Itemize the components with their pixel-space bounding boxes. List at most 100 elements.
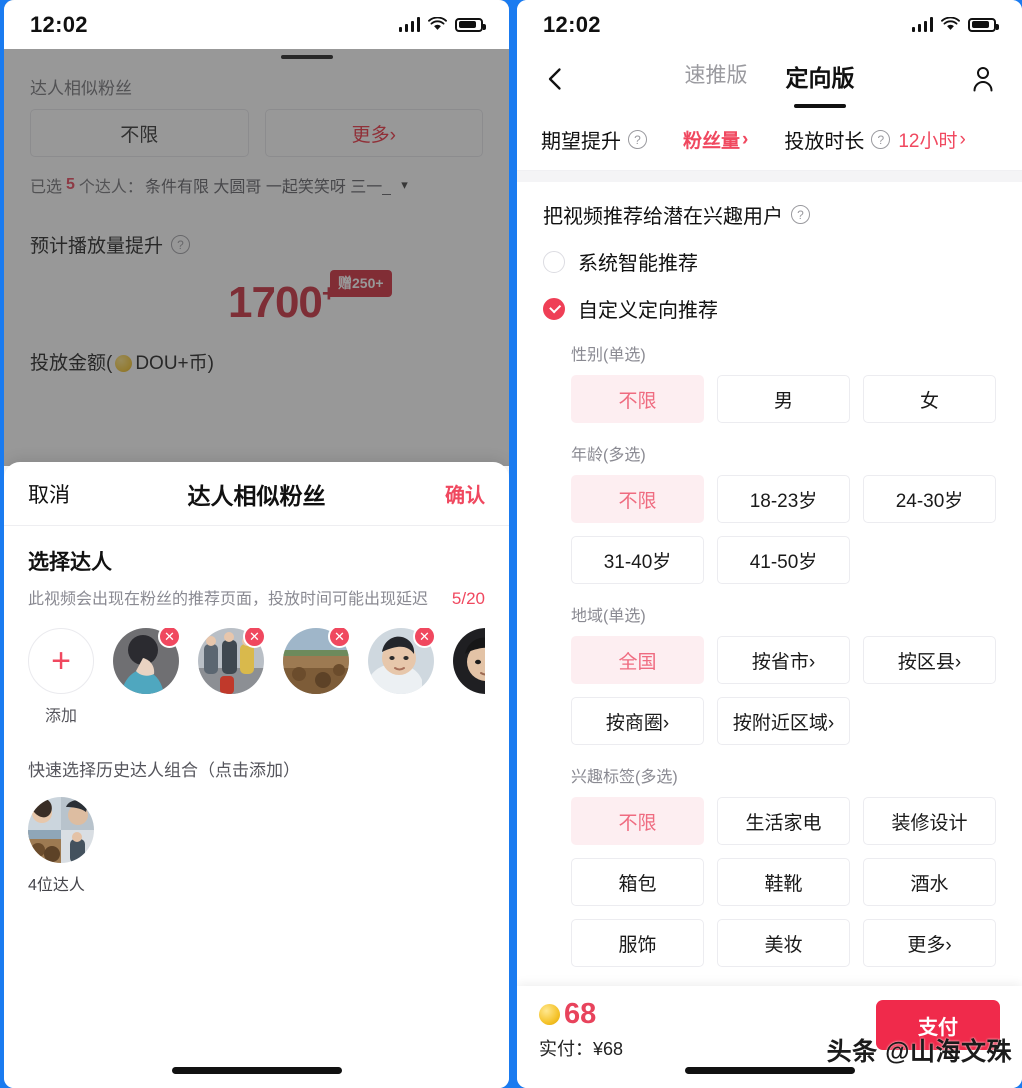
option-chip[interactable]: 女 xyxy=(863,375,996,423)
targeting-section-title-row: 把视频推荐给潜在兴趣用户 ? xyxy=(543,200,996,229)
targeting-body: 把视频推荐给潜在兴趣用户 ? 系统智能推荐 自定义定向推荐 性别(单选) 不限 … xyxy=(517,200,1022,1027)
close-icon[interactable]: ✕ xyxy=(158,628,181,648)
battery-icon xyxy=(455,17,486,32)
home-indicator-left xyxy=(171,1067,342,1074)
close-icon[interactable]: ✕ xyxy=(413,628,436,648)
avatar[interactable]: ✕ xyxy=(453,628,485,694)
payment-amount: 68 xyxy=(564,998,597,1030)
nav-bar-right: 速推版 定向版 xyxy=(517,49,1022,109)
sheet-header: 取消 达人相似粉丝 确认 xyxy=(4,462,509,526)
nav-tabs-right: 速推版 定向版 xyxy=(569,59,970,99)
history-group-item[interactable]: 4位达人 xyxy=(28,797,94,895)
screenshot-stage: 12:02 速推版 定向版 xyxy=(0,0,1022,1088)
duration-item[interactable]: 投放时长 ? xyxy=(784,125,891,154)
group-label-region: 地域(单选) xyxy=(571,608,646,625)
cellular-signal-icon xyxy=(911,17,933,32)
right-phone-screen: 12:02 速推版 定向版 期望提升 ? 粉丝量 › 投放时长 ? 12小时 ›… xyxy=(517,0,1022,1088)
left-phone-screen: 12:02 速推版 定向版 xyxy=(4,0,509,1088)
option-chip[interactable]: 41-50岁 xyxy=(717,536,850,584)
history-group-title: 快速选择历史达人组合（点击添加） xyxy=(28,761,300,780)
option-chip[interactable]: 生活家电 xyxy=(717,797,850,845)
coin-icon xyxy=(539,1004,560,1025)
status-indicators xyxy=(911,17,999,32)
add-daren-wrap[interactable]: + 添加 xyxy=(28,628,94,726)
option-chip[interactable]: 全国 xyxy=(571,636,704,684)
daren-selection-sheet: 取消 达人相似粉丝 确认 选择达人 此视频会出现在粉丝的推荐页面，投放时间可能出… xyxy=(4,462,509,1088)
question-circle-icon[interactable]: ? xyxy=(791,205,810,224)
avatar-row: + 添加 ✕ ✕ ✕ ✕ xyxy=(28,628,485,726)
history-group-label: 4位达人 xyxy=(28,877,85,894)
group-label-age: 年龄(多选) xyxy=(571,447,646,464)
sheet-cancel-button[interactable]: 取消 xyxy=(28,479,70,509)
avatar[interactable]: ✕ xyxy=(368,628,436,694)
close-icon[interactable]: ✕ xyxy=(328,628,351,648)
radio-option-custom[interactable]: 自定义定向推荐 xyxy=(543,294,996,323)
option-chip[interactable]: 男 xyxy=(717,375,850,423)
question-circle-icon[interactable]: ? xyxy=(871,130,891,149)
tab-dingxiang[interactable]: 定向版 xyxy=(786,59,855,99)
option-chip[interactable]: 美妆 xyxy=(717,919,850,967)
option-chip[interactable]: 不限 xyxy=(571,475,704,523)
wifi-icon xyxy=(941,17,960,32)
option-chip[interactable]: 箱包 xyxy=(571,858,704,906)
option-chip[interactable]: 24-30岁 xyxy=(863,475,996,523)
option-chip[interactable]: 装修设计 xyxy=(863,797,996,845)
goal-duration-bar: 期望提升 ? 粉丝量 › 投放时长 ? 12小时 › xyxy=(517,109,1022,171)
back-icon[interactable] xyxy=(543,66,569,92)
sheet-body: 选择达人 此视频会出现在粉丝的推荐页面，投放时间可能出现延迟 5/20 + 添加 xyxy=(4,526,509,1088)
status-bar-right: 12:02 xyxy=(517,0,1022,49)
option-chip[interactable]: 不限 xyxy=(571,797,704,845)
avatar[interactable]: ✕ xyxy=(283,628,351,694)
chevron-right-icon: › xyxy=(959,128,966,150)
status-clock: 12:02 xyxy=(30,11,88,37)
radio-checked-icon[interactable] xyxy=(543,297,565,320)
targeting-section-title: 把视频推荐给潜在兴趣用户 xyxy=(543,206,783,228)
option-chip[interactable]: 服饰 xyxy=(571,919,704,967)
section-divider xyxy=(517,171,1022,182)
status-indicators xyxy=(398,17,486,32)
sheet-section-title: 选择达人 xyxy=(28,551,112,574)
option-grid-region: 全国 按省市› 按区县› 按商圈› 按附近区域› xyxy=(571,636,996,745)
plus-icon[interactable]: + xyxy=(28,628,94,694)
status-clock: 12:02 xyxy=(543,11,601,37)
option-chip[interactable]: 18-23岁 xyxy=(717,475,850,523)
sheet-description-row: 此视频会出现在粉丝的推荐页面，投放时间可能出现延迟 5/20 xyxy=(28,588,485,612)
option-chip[interactable]: 31-40岁 xyxy=(571,536,704,584)
option-chip[interactable]: 酒水 xyxy=(863,858,996,906)
tab-sutui[interactable]: 速推版 xyxy=(685,59,748,95)
avatar[interactable]: ✕ xyxy=(198,628,266,694)
option-chip[interactable]: 鞋靴 xyxy=(717,858,850,906)
duration-label: 投放时长 xyxy=(784,131,865,153)
payment-actual: 实付：¥68 xyxy=(539,1039,624,1059)
wifi-icon xyxy=(428,17,447,32)
option-chip[interactable]: 不限 xyxy=(571,375,704,423)
avatar-image xyxy=(453,628,485,694)
goal-value[interactable]: 粉丝量 › xyxy=(683,126,748,153)
option-grid-interest: 不限 生活家电 装修设计 箱包 鞋靴 酒水 服饰 美妆 更多› xyxy=(571,797,996,967)
watermark: 头条 @山海文殊 xyxy=(826,1038,1012,1066)
duration-value[interactable]: 12小时 › xyxy=(898,126,965,153)
sheet-description: 此视频会出现在粉丝的推荐页面，投放时间可能出现延迟 xyxy=(28,591,429,608)
add-daren-label: 添加 xyxy=(44,708,77,725)
radio-option-auto[interactable]: 系统智能推荐 xyxy=(543,247,996,276)
option-chip[interactable]: 按附近区域› xyxy=(717,697,850,745)
sheet-confirm-button[interactable]: 确认 xyxy=(445,479,485,508)
question-circle-icon[interactable]: ? xyxy=(628,130,647,149)
option-chip[interactable]: 按区县› xyxy=(863,636,996,684)
radio-icon[interactable] xyxy=(543,250,565,273)
option-grid-age: 不限 18-23岁 24-30岁 31-40岁 41-50岁 xyxy=(571,475,996,584)
close-icon[interactable]: ✕ xyxy=(243,628,266,648)
option-chip[interactable]: 更多› xyxy=(863,919,996,967)
radio-label: 系统智能推荐 xyxy=(578,253,698,275)
option-chip[interactable]: 按商圈› xyxy=(571,697,704,745)
goal-item[interactable]: 期望提升 ? xyxy=(541,125,647,154)
sheet-selection-count: 5/20 xyxy=(451,589,485,608)
option-chip[interactable]: 按省市› xyxy=(717,636,850,684)
group-label-gender: 性别(单选) xyxy=(571,347,646,364)
chevron-right-icon: › xyxy=(742,128,749,150)
radio-label: 自定义定向推荐 xyxy=(578,300,718,322)
person-icon[interactable] xyxy=(970,65,996,93)
status-bar-left: 12:02 xyxy=(4,0,509,49)
modal-scrim[interactable] xyxy=(4,0,509,466)
avatar[interactable]: ✕ xyxy=(113,628,181,694)
